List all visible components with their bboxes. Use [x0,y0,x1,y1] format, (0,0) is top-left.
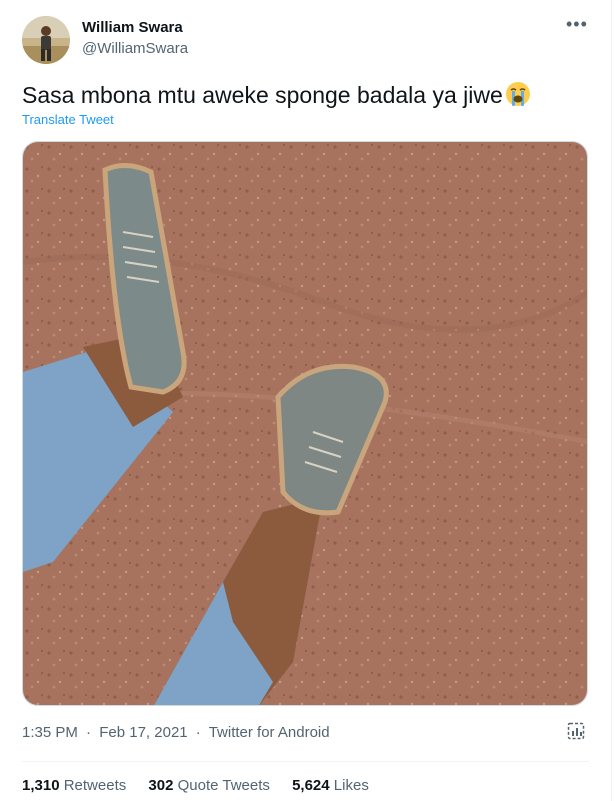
loudly-crying-face-icon [505,81,531,114]
author-name[interactable]: William Swara [82,19,183,36]
likes-label: Likes [333,777,369,794]
tweet-time[interactable]: 1:35 PM [22,724,78,741]
tweet-card: William Swara @WilliamSwara ••• Sasa mbo… [0,0,612,801]
divider [22,761,589,762]
tweet-date[interactable]: Feb 17, 2021 [99,724,187,741]
avatar[interactable] [22,16,70,64]
more-options-icon[interactable]: ••• [566,14,588,35]
quote-tweets-count: 302 [148,777,174,794]
likes-count: 5,624 [292,777,330,794]
tweet-photo[interactable] [22,141,588,706]
analytics-icon[interactable] [567,722,587,742]
tweet-meta: 1:35 PM · Feb 17, 2021 · Twitter for And… [22,724,334,741]
tweet-text: Sasa mbona mtu aweke sponge badala ya ji… [22,80,531,114]
engagement-stats: 1,310 Retweets 302 Quote Tweets 5,624 Li… [22,777,387,794]
author-handle[interactable]: @WilliamSwara [82,40,188,57]
retweets-count: 1,310 [22,777,60,794]
quote-tweets-stat[interactable]: 302 Quote Tweets [148,777,269,794]
retweets-label: Retweets [63,777,127,794]
translate-tweet-link[interactable]: Translate Tweet [22,112,114,127]
meta-separator: · [195,724,201,741]
avatar-image [22,16,70,64]
likes-stat[interactable]: 5,624 Likes [292,777,369,794]
meta-separator: · [86,724,92,741]
quote-tweets-label: Quote Tweets [177,777,270,794]
tweet-text-content: Sasa mbona mtu aweke sponge badala ya ji… [22,82,503,108]
muddy-sneakers-photo-icon [23,142,587,705]
retweets-stat[interactable]: 1,310 Retweets [22,777,126,794]
tweet-source[interactable]: Twitter for Android [209,724,330,741]
